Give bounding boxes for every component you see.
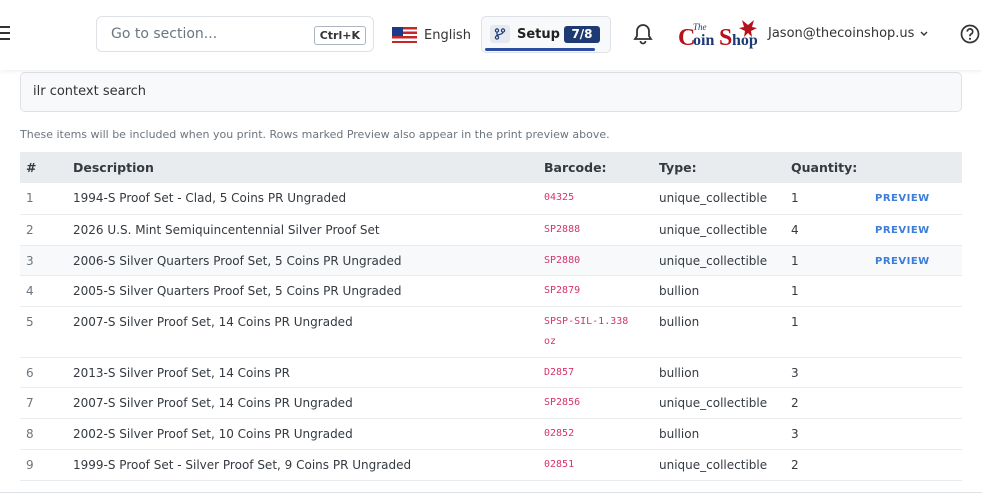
col-quantity: Quantity: [785, 152, 869, 183]
row-quantity: 2 [785, 449, 869, 481]
company-logo: C The oin S hop [676, 18, 762, 52]
row-quantity: 2 [785, 387, 869, 419]
row-barcode: SP2879 [538, 275, 653, 307]
user-email: Jason@thecoinshop.us [768, 26, 915, 41]
svg-text:oin: oin [693, 32, 714, 49]
preview-link [869, 306, 962, 358]
context-search[interactable] [20, 72, 962, 112]
row-description: 1999-S Proof Set - Silver Proof Set, 9 C… [67, 449, 538, 481]
row-barcode: SP2888 [538, 214, 653, 246]
preview-link [869, 357, 962, 388]
setup-label: Setup [517, 27, 560, 42]
table-row: 2 2026 U.S. Mint Semiquincentennial Silv… [20, 214, 962, 246]
table-row: 3 2006-S Silver Quarters Proof Set, 5 Co… [20, 245, 962, 276]
table-row: 7 2007-S Silver Proof Set, 14 Coins PR U… [20, 387, 962, 419]
row-barcode: D2857 [538, 357, 653, 388]
row-type: bullion [653, 418, 785, 450]
help-icon[interactable] [960, 24, 980, 48]
col-number: # [20, 152, 67, 183]
table-row: 9 1999-S Proof Set - Silver Proof Set, 9… [20, 449, 962, 481]
row-quantity: 4 [785, 214, 869, 246]
language-label: English [424, 27, 471, 43]
row-type: bullion [653, 275, 785, 307]
preview-link [869, 275, 962, 307]
row-description: 2005-S Silver Quarters Proof Set, 5 Coin… [67, 275, 538, 307]
row-quantity: 1 [785, 275, 869, 307]
row-quantity: 1 [785, 245, 869, 276]
setup-progress-bar [485, 48, 595, 51]
preview-link [869, 418, 962, 450]
table-row: 6 2013-S Silver Proof Set, 14 Coins PR D… [20, 357, 962, 388]
row-number: 9 [20, 449, 67, 481]
row-barcode: 04325 [538, 183, 653, 215]
setup-icon [490, 25, 510, 43]
row-description: 1994-S Proof Set - Clad, 5 Coins PR Ungr… [67, 183, 538, 215]
row-number: 7 [20, 387, 67, 419]
menu-icon[interactable] [0, 26, 10, 42]
row-type: unique_collectible [653, 183, 785, 215]
row-type: unique_collectible [653, 449, 785, 481]
col-description: Description [67, 152, 538, 183]
preview-link[interactable]: PREVIEW [869, 245, 962, 276]
col-type: Type: [653, 152, 785, 183]
us-flag-icon [392, 27, 417, 43]
row-number: 1 [20, 183, 67, 215]
row-number: 8 [20, 418, 67, 450]
context-search-input[interactable] [33, 84, 633, 99]
row-type: unique_collectible [653, 214, 785, 246]
row-number: 3 [20, 245, 67, 276]
row-description: 2002-S Silver Proof Set, 10 Coins PR Ung… [67, 418, 538, 450]
table-row: 8 2002-S Silver Proof Set, 10 Coins PR U… [20, 418, 962, 450]
row-type: unique_collectible [653, 387, 785, 419]
setup-button[interactable]: Setup 7/8 [481, 16, 611, 53]
setup-progress-badge: 7/8 [564, 26, 600, 43]
chevron-down-icon [920, 31, 928, 36]
svg-text:The: The [693, 22, 707, 32]
row-barcode: SP2856 [538, 387, 653, 419]
row-quantity: 1 [785, 306, 869, 358]
footer-divider [0, 492, 982, 493]
row-description: 2006-S Silver Quarters Proof Set, 5 Coin… [67, 245, 538, 276]
section-search[interactable]: Ctrl+K [96, 16, 374, 52]
items-table: # Description Barcode: Type: Quantity: 1… [20, 152, 962, 481]
table-header-row: # Description Barcode: Type: Quantity: [20, 152, 962, 183]
row-quantity: 3 [785, 418, 869, 450]
language-selector[interactable]: English [392, 26, 471, 44]
row-type: bullion [653, 306, 785, 358]
row-barcode: 02851 [538, 449, 653, 481]
row-description: 2007-S Silver Proof Set, 14 Coins PR Ung… [67, 387, 538, 419]
row-description: 2007-S Silver Proof Set, 14 Coins PR Ung… [67, 306, 538, 358]
print-note: These items will be included when you pr… [20, 128, 610, 141]
row-barcode: SPSP-SIL-1.338oz [538, 306, 653, 358]
row-quantity: 3 [785, 357, 869, 388]
preview-link[interactable]: PREVIEW [869, 214, 962, 246]
preview-link [869, 387, 962, 419]
table-row: 5 2007-S Silver Proof Set, 14 Coins PR U… [20, 306, 962, 358]
preview-link[interactable]: PREVIEW [869, 183, 962, 215]
row-number: 4 [20, 275, 67, 307]
row-number: 5 [20, 306, 67, 358]
svg-text:S: S [719, 25, 732, 51]
col-barcode: Barcode: [538, 152, 653, 183]
row-type: bullion [653, 357, 785, 388]
table-row: 4 2005-S Silver Quarters Proof Set, 5 Co… [20, 275, 962, 307]
shortcut-hint: Ctrl+K [313, 26, 366, 45]
top-navbar: Ctrl+K English Setup 7/8 C The oin S hop… [0, 0, 982, 70]
table-row: 1 1994-S Proof Set - Clad, 5 Coins PR Un… [20, 183, 962, 215]
row-number: 6 [20, 357, 67, 388]
row-quantity: 1 [785, 183, 869, 215]
row-description: 2026 U.S. Mint Semiquincentennial Silver… [67, 214, 538, 246]
col-action [869, 152, 962, 183]
row-number: 2 [20, 214, 67, 246]
preview-link [869, 449, 962, 481]
row-description: 2013-S Silver Proof Set, 14 Coins PR [67, 357, 538, 388]
row-type: unique_collectible [653, 245, 785, 276]
notification-bell-icon[interactable] [633, 23, 653, 49]
section-search-input[interactable] [111, 26, 291, 42]
user-menu[interactable]: Jason@thecoinshop.us [768, 26, 928, 41]
items-table-container: # Description Barcode: Type: Quantity: 1… [20, 152, 962, 481]
row-barcode: 02852 [538, 418, 653, 450]
row-barcode: SP2880 [538, 245, 653, 276]
